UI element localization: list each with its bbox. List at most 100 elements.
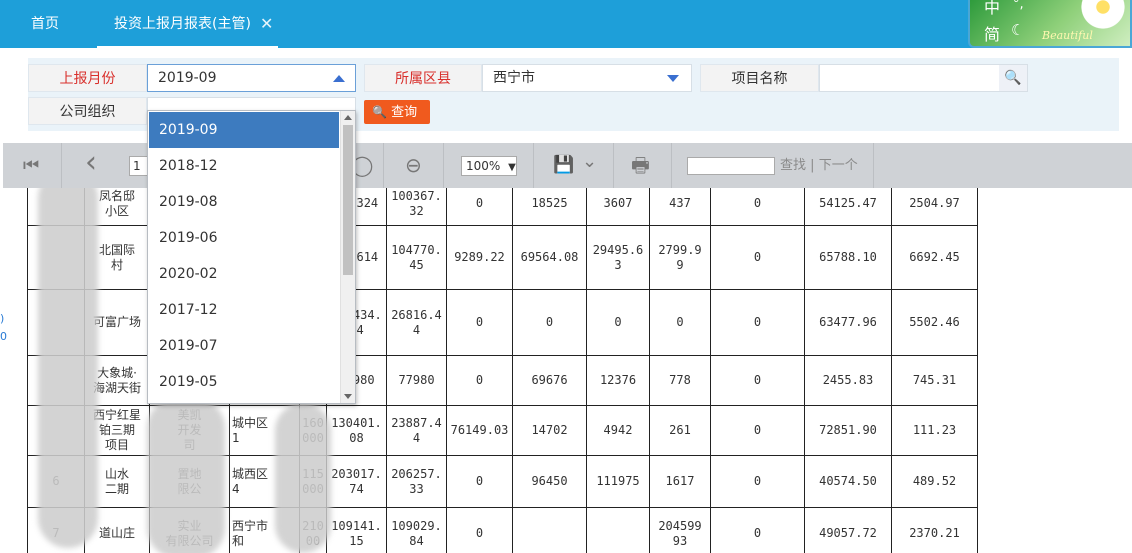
table-cell: 0 — [446, 507, 513, 553]
district-select[interactable]: 西宁市 — [482, 64, 692, 92]
table-cell: 9289.22 — [446, 225, 513, 290]
table-cell: 40574.50 — [804, 455, 892, 508]
toolbar-divider — [533, 143, 534, 188]
caret-up-icon[interactable] — [333, 75, 345, 82]
table-cell: 49057.72 — [804, 507, 892, 553]
top-nav-bar: 首页 投资上报月报表(主管) ✕ 中 °, 简 ☾ Beautiful — [0, 0, 1132, 48]
edge-marks: ) 0 — [0, 312, 7, 343]
scroll-down-icon[interactable] — [344, 394, 352, 399]
table-cell: 778 — [649, 355, 711, 406]
table-cell: 0 — [710, 188, 805, 226]
find-next-button[interactable]: 下一个 — [819, 158, 858, 173]
dropdown-option[interactable]: 2019-06 — [149, 220, 339, 256]
table-cell: 65788.10 — [804, 225, 892, 290]
dropdown-option[interactable]: 2019-08 — [149, 184, 339, 220]
find-separator: | — [810, 158, 815, 173]
table-cell: 63477.96 — [804, 289, 892, 356]
dropdown-option[interactable]: 2020-02 — [149, 256, 339, 292]
close-icon[interactable]: ✕ — [260, 0, 273, 48]
scrollbar-thumb[interactable] — [343, 125, 353, 275]
table-cell: 2370.21 — [891, 507, 978, 553]
table-cell: 203017. 74 — [326, 455, 387, 508]
table-cell: 0 — [710, 455, 805, 508]
dropdown-option[interactable]: 2018-12 — [149, 148, 339, 184]
table-cell: 100367. 32 — [386, 188, 447, 226]
table-cell: 4942 — [586, 405, 650, 456]
project-label: 项目名称 — [700, 64, 819, 92]
moon-icon[interactable]: ☾ — [1011, 21, 1024, 39]
dropdown-scrollbar[interactable] — [340, 111, 355, 403]
ime-toolbar[interactable]: 中 °, 简 ☾ Beautiful — [968, 0, 1132, 48]
back-icon[interactable]: ⊖ — [405, 143, 422, 188]
table-cell: 0 — [446, 455, 513, 508]
query-button[interactable]: 🔍 查询 — [364, 100, 430, 124]
redaction-blur — [147, 398, 225, 553]
table-cell: 72851.90 — [804, 405, 892, 456]
toolbar-divider — [671, 143, 672, 188]
table-cell: 29495.6 3 — [586, 225, 650, 290]
table-cell: 0 — [446, 355, 513, 406]
table-cell: 109029. 84 — [386, 507, 447, 553]
toolbar-divider — [443, 143, 444, 188]
table-cell: 2504.97 — [891, 188, 978, 226]
ime-skin-label: Beautiful — [1042, 29, 1093, 42]
zoom-select[interactable]: 100% ▼ — [461, 156, 517, 176]
find-input[interactable] — [687, 157, 775, 175]
caret-down-icon[interactable] — [667, 75, 679, 82]
table-cell: 3607 — [586, 188, 650, 226]
table-cell: 0 — [586, 289, 650, 356]
table-cell: 12376 — [586, 355, 650, 406]
dropdown-option[interactable]: 2019-09 — [149, 112, 339, 148]
table-cell: 0 — [710, 225, 805, 290]
table-cell: 489.52 — [891, 455, 978, 508]
table-cell: 745.31 — [891, 355, 978, 406]
dropdown-option[interactable]: 2019-05 — [149, 364, 339, 400]
page-number-input[interactable]: 1 — [129, 156, 149, 176]
table-cell: 14702 — [512, 405, 587, 456]
tab-investment-report[interactable]: 投资上报月报表(主管) ✕ — [97, 0, 278, 48]
chevron-down-icon[interactable]: ⌄ — [582, 143, 597, 188]
month-select-value: 2019-09 — [158, 70, 217, 86]
redaction-blur — [275, 403, 331, 553]
daisy-flower-icon — [1078, 0, 1128, 32]
ime-punctuation-indicator[interactable]: °, — [1013, 0, 1024, 12]
table-cell: 130401. 08 — [326, 405, 387, 456]
prev-page-icon[interactable]: ‹ — [85, 143, 97, 188]
dropdown-option[interactable]: 2019-07 — [149, 328, 339, 364]
month-dropdown-list[interactable]: 2019-09 2018-12 2019-08 2019-06 2020-02 2017-… — [147, 110, 356, 404]
table-cell: 0 — [649, 289, 711, 356]
first-page-icon[interactable]: ⏮ — [23, 143, 39, 188]
tab-home[interactable]: 首页 — [31, 0, 59, 48]
table-cell: 54125.47 — [804, 188, 892, 226]
table-cell: 5502.46 — [891, 289, 978, 356]
project-name-input[interactable]: 🔍 — [819, 64, 1028, 92]
search-icon[interactable]: 🔍 — [999, 65, 1027, 91]
table-cell: 0 — [446, 289, 513, 356]
table-cell: 437 — [649, 188, 711, 226]
table-cell: 2455.83 — [804, 355, 892, 406]
table-cell — [512, 507, 587, 553]
zoom-value: 100% — [466, 159, 501, 173]
find-button[interactable]: 查找 — [780, 158, 806, 173]
month-label: 上报月份 — [28, 64, 147, 92]
table-cell: 2799.9 9 — [649, 225, 711, 290]
table-cell: 76149.03 — [446, 405, 513, 456]
scroll-up-icon[interactable] — [344, 115, 352, 120]
table-cell: 69564.08 — [512, 225, 587, 290]
district-select-value: 西宁市 — [493, 70, 535, 86]
ime-mode-indicator[interactable]: 中 — [984, 0, 1000, 18]
dropdown-option[interactable]: 2017-12 — [149, 292, 339, 328]
save-icon[interactable]: 💾 — [553, 143, 574, 188]
active-tab-underline — [97, 46, 278, 48]
table-cell: 26816.4 4 — [386, 289, 447, 356]
toolbar-divider — [873, 143, 874, 188]
month-select[interactable]: 2019-09 — [147, 64, 356, 92]
ime-simplified-indicator[interactable]: 简 — [984, 21, 1000, 45]
table-cell: 96450 — [512, 455, 587, 508]
print-icon[interactable]: 🖶 — [631, 143, 650, 188]
table-cell: 0 — [710, 355, 805, 406]
table-cell: 18525 — [512, 188, 587, 226]
table-cell: 206257. 33 — [386, 455, 447, 508]
company-label: 公司组织 — [28, 97, 147, 125]
chevron-down-icon: ▼ — [508, 162, 516, 173]
